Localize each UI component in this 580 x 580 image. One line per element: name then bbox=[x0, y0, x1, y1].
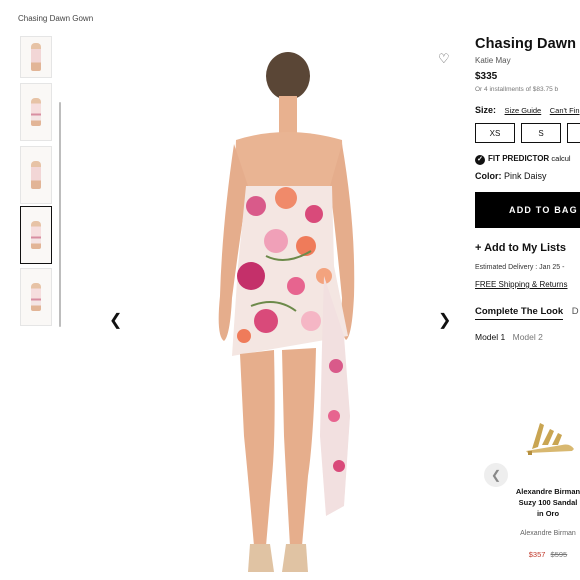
size-button-s[interactable]: S bbox=[521, 123, 561, 143]
tab-other[interactable]: D bbox=[572, 306, 579, 317]
thumbnail-2[interactable] bbox=[20, 83, 52, 141]
product-price: $335 bbox=[475, 71, 498, 82]
sale-price: $357 bbox=[528, 550, 546, 559]
size-guide-link[interactable]: Size Guide bbox=[505, 106, 542, 115]
size-button-xs[interactable]: XS bbox=[475, 123, 515, 143]
fit-predictor-action[interactable]: calcul bbox=[551, 154, 570, 163]
free-shipping-link[interactable]: FREE Shipping & Returns bbox=[475, 280, 580, 289]
size-label: Size: bbox=[475, 105, 497, 115]
color-label: Color: bbox=[475, 171, 502, 181]
thumbnail-scrollbar[interactable] bbox=[59, 102, 61, 327]
thumbnail-image bbox=[31, 98, 41, 126]
fit-predictor-icon: ✓ bbox=[475, 155, 485, 165]
installments-text: Or 4 installments of $83.75 b bbox=[475, 86, 559, 93]
tab-model-1[interactable]: Model 1 bbox=[475, 332, 506, 342]
thumbnail-image bbox=[31, 221, 41, 249]
tab-model-2[interactable]: Model 2 bbox=[513, 332, 543, 342]
size-button-m[interactable]: M bbox=[567, 123, 580, 143]
recommended-product-brand: Alexandre Birman bbox=[520, 530, 576, 537]
thumbnail-5[interactable] bbox=[20, 268, 52, 326]
recommended-product-name[interactable]: Alexandre Birman Suzy 100 Sandal in Oro bbox=[515, 486, 580, 519]
thumbnail-3[interactable] bbox=[20, 146, 52, 204]
heart-icon[interactable]: ♡ bbox=[438, 51, 450, 67]
breadcrumb[interactable]: Chasing Dawn Gown bbox=[18, 14, 93, 23]
product-main-image bbox=[218, 52, 355, 572]
product-info: Chasing Dawn Katie May $335 Or 4 install… bbox=[475, 36, 580, 342]
color-value: Pink Daisy bbox=[504, 171, 547, 181]
product-brand[interactable]: Katie May bbox=[475, 56, 580, 65]
chevron-left-icon[interactable]: ❮ bbox=[484, 463, 508, 487]
add-to-lists-button[interactable]: + Add to My Lists bbox=[475, 242, 580, 254]
cant-find-size-link[interactable]: Can't Fin bbox=[550, 106, 580, 115]
recommended-product-price: $357 $595 bbox=[515, 550, 580, 559]
estimated-delivery: Estimated Delivery : Jan 25 - bbox=[475, 264, 565, 271]
thumbnail-1[interactable] bbox=[20, 36, 52, 78]
product-title: Chasing Dawn bbox=[475, 36, 577, 52]
color-row: Color: Pink Daisy bbox=[475, 171, 580, 181]
fit-predictor[interactable]: ✓ FIT PREDICTOR calcul bbox=[475, 154, 580, 165]
thumbnail-image bbox=[31, 43, 41, 71]
thumbnail-image bbox=[31, 161, 41, 189]
chevron-left-icon[interactable]: ❮ bbox=[109, 310, 122, 330]
model-tabs: Model 1 Model 2 bbox=[475, 332, 580, 342]
thumbnail-image bbox=[31, 283, 41, 311]
tab-complete-the-look[interactable]: Complete The Look bbox=[475, 306, 564, 320]
original-price: $595 bbox=[550, 550, 568, 559]
chevron-right-icon[interactable]: ❯ bbox=[438, 310, 451, 330]
thumbnail-4-selected[interactable] bbox=[20, 206, 52, 264]
size-row: Size: Size Guide Can't Fin bbox=[475, 105, 580, 115]
fit-predictor-label: FIT PREDICTOR bbox=[488, 154, 550, 163]
recommended-product-image[interactable] bbox=[518, 415, 578, 455]
add-to-bag-button[interactable]: ADD TO BAG bbox=[475, 192, 580, 228]
size-options: XS S M bbox=[475, 123, 580, 143]
tabs: Complete The Look D bbox=[475, 306, 580, 320]
